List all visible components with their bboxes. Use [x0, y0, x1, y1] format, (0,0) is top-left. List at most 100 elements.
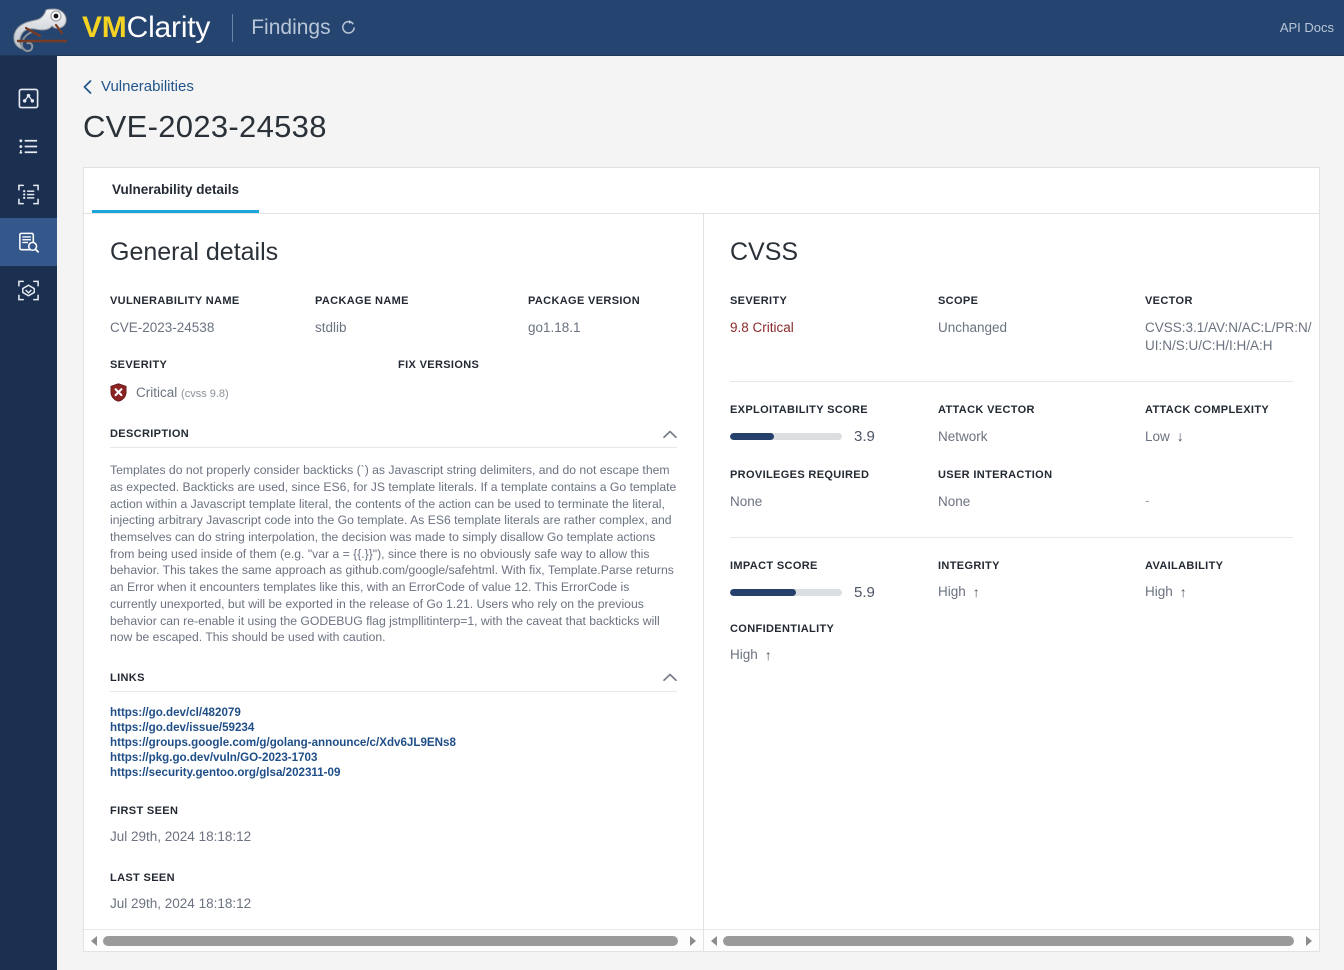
confidentiality-value-line: High ↑ — [730, 647, 938, 663]
metric-label: PROVILEGES REQUIRED — [730, 468, 870, 481]
general-details-body: General details VULNERABILITY NAME CVE-2… — [84, 214, 703, 929]
availability-value-line: High ↑ — [1145, 584, 1293, 600]
scroll-track[interactable] — [721, 930, 1302, 952]
list-item[interactable]: https://groups.google.com/g/golang-annou… — [110, 736, 456, 749]
exploitability-progress-bar — [730, 433, 842, 441]
sidebar-item-scan-configs[interactable] — [0, 170, 57, 218]
metric-empty-value: - — [1145, 492, 1150, 508]
general-details-title: General details — [110, 238, 279, 266]
top-bar: VM Clarity Findings API Docs — [0, 0, 1344, 56]
list-item[interactable]: https://security.gentoo.org/glsa/202311-… — [110, 766, 340, 779]
metric-availability: AVAILABILITY High ↑ — [1145, 560, 1293, 601]
refresh-icon[interactable] — [340, 19, 357, 36]
sidebar-item-assets[interactable] — [0, 266, 57, 314]
arrow-down-icon: ↓ — [1176, 428, 1184, 445]
severity-badge: Critical (cvss 9.8) — [110, 383, 398, 402]
attack-complexity-value-line: Low ↓ — [1145, 428, 1293, 444]
cvss-row-3: PROVILEGES REQUIRED None USER INTERACTIO… — [730, 469, 1293, 511]
scroll-thumb[interactable] — [103, 935, 679, 946]
description-text: Templates do not properly consider backt… — [110, 463, 677, 645]
field-fix-versions: FIX VERSIONS — [398, 359, 677, 402]
api-docs-link[interactable]: API Docs — [1280, 20, 1334, 35]
metric-attack-complexity: ATTACK COMPLEXITY Low ↓ — [1145, 404, 1293, 446]
brand-text: VM Clarity — [82, 11, 210, 45]
field-cvss-scope: SCOPE Unchanged — [938, 295, 1145, 355]
scroll-left-arrow[interactable] — [87, 930, 101, 952]
field-label: FIX VERSIONS — [398, 359, 480, 372]
arrow-up-icon: ↑ — [1179, 583, 1187, 600]
scan-config-icon — [18, 184, 39, 204]
field-label: PACKAGE VERSION — [528, 295, 641, 307]
scroll-left-arrow[interactable] — [707, 930, 721, 952]
scroll-right-arrow[interactable] — [1302, 930, 1316, 952]
assets-icon — [18, 280, 39, 300]
sidebar-item-scans[interactable] — [0, 122, 57, 170]
horizontal-scrollbar-left[interactable] — [84, 929, 703, 951]
metric-value: 3.9 — [854, 428, 875, 446]
severity-cvss: (cvss 9.8) — [181, 388, 229, 401]
bottom-strip — [83, 952, 1320, 970]
header-section-label: Findings — [251, 15, 331, 39]
body: Vulnerabilities CVE-2023-24538 Vulnerabi… — [0, 56, 1344, 970]
logo[interactable]: VM Clarity — [10, 3, 210, 53]
description-section: DESCRIPTION Templates do not properly co… — [110, 428, 677, 646]
field-severity: SEVERITY Critical (cvss 9.8) — [110, 359, 398, 402]
links-list: https://go.dev/cl/482079 https://go.dev/… — [110, 692, 677, 779]
list-item[interactable]: https://go.dev/issue/59234 — [110, 721, 254, 734]
details-card: Vulnerability details General details VU… — [83, 167, 1320, 952]
breadcrumb[interactable]: Vulnerabilities — [83, 78, 1320, 95]
metric-label: ATTACK COMPLEXITY — [1145, 404, 1270, 417]
list-item[interactable]: https://pkg.go.dev/vuln/GO-2023-1703 — [110, 751, 317, 764]
scroll-track[interactable] — [101, 930, 686, 952]
divider — [730, 381, 1293, 383]
description-header[interactable]: DESCRIPTION — [110, 428, 677, 449]
metric-value: Low — [1145, 428, 1170, 444]
cvss-row-4: IMPACT SCORE 5.9 INTEGRITY High ↑ AVAILA… — [730, 560, 1293, 601]
breadcrumb-label: Vulnerabilities — [101, 78, 194, 95]
vmclarity-app: VM Clarity Findings API Docs Vulnerabili… — [0, 0, 1344, 970]
dashboard-icon — [18, 88, 39, 108]
cvss-body: CVSS SEVERITY 9.8 Critical SCOPE Unchang… — [704, 214, 1319, 929]
horizontal-scrollbar-right[interactable] — [704, 929, 1319, 951]
field-label: PACKAGE NAME — [315, 295, 409, 307]
metric-integrity: INTEGRITY High ↑ — [938, 560, 1145, 601]
sidebar-item-dashboard[interactable] — [0, 74, 57, 122]
findings-icon — [19, 232, 39, 253]
metric-empty: - — [1145, 469, 1293, 511]
metric-label: AVAILABILITY — [1145, 559, 1224, 572]
metric-privileges-required: PROVILEGES REQUIRED None — [730, 469, 938, 511]
links-label: LINKS — [110, 671, 145, 684]
metric-impact-score: IMPACT SCORE 5.9 — [730, 560, 938, 601]
links-header[interactable]: LINKS — [110, 672, 677, 692]
impact-bar-line: 5.9 — [730, 584, 938, 601]
impact-progress-bar — [730, 588, 842, 596]
metric-label: ATTACK VECTOR — [938, 404, 1035, 417]
field-row-1: VULNERABILITY NAME CVE-2023-24538 PACKAG… — [110, 295, 677, 337]
panes: General details VULNERABILITY NAME CVE-2… — [84, 214, 1319, 951]
chevron-left-icon — [83, 79, 92, 94]
scroll-right-arrow[interactable] — [686, 930, 700, 952]
list-icon — [19, 138, 38, 153]
sidebar-item-findings[interactable] — [0, 218, 57, 266]
first-seen-value: Jul 29th, 2024 18:18:12 — [110, 828, 252, 844]
list-item[interactable]: https://go.dev/cl/482079 — [110, 706, 241, 719]
chameleon-logo-icon — [13, 7, 68, 52]
tab-vulnerability-details[interactable]: Vulnerability details — [92, 168, 260, 213]
brand-clarity: Clarity — [126, 10, 211, 44]
field-value: go1.18.1 — [528, 320, 581, 335]
chevron-up-icon[interactable] — [663, 673, 677, 682]
chevron-up-icon[interactable] — [663, 430, 677, 439]
field-label: VECTOR — [1145, 295, 1193, 307]
metric-confidentiality: CONFIDENTIALITY High ↑ — [730, 623, 938, 663]
scroll-thumb[interactable] — [723, 935, 1295, 946]
cvss-row-1: SEVERITY 9.8 Critical SCOPE Unchanged VE… — [730, 295, 1312, 355]
divider — [730, 536, 1293, 538]
links-section: LINKS https://go.dev/cl/482079 https://g… — [110, 672, 677, 779]
field-vulnerability-name: VULNERABILITY NAME CVE-2023-24538 — [110, 295, 315, 337]
header-divider — [232, 13, 234, 42]
arrow-up-icon: ↑ — [972, 583, 980, 600]
integrity-value-line: High ↑ — [938, 584, 1145, 600]
shield-critical-icon — [110, 383, 127, 402]
last-seen-block: LAST SEEN Jul 29th, 2024 18:18:12 — [110, 872, 677, 913]
field-label: SEVERITY — [110, 359, 168, 372]
